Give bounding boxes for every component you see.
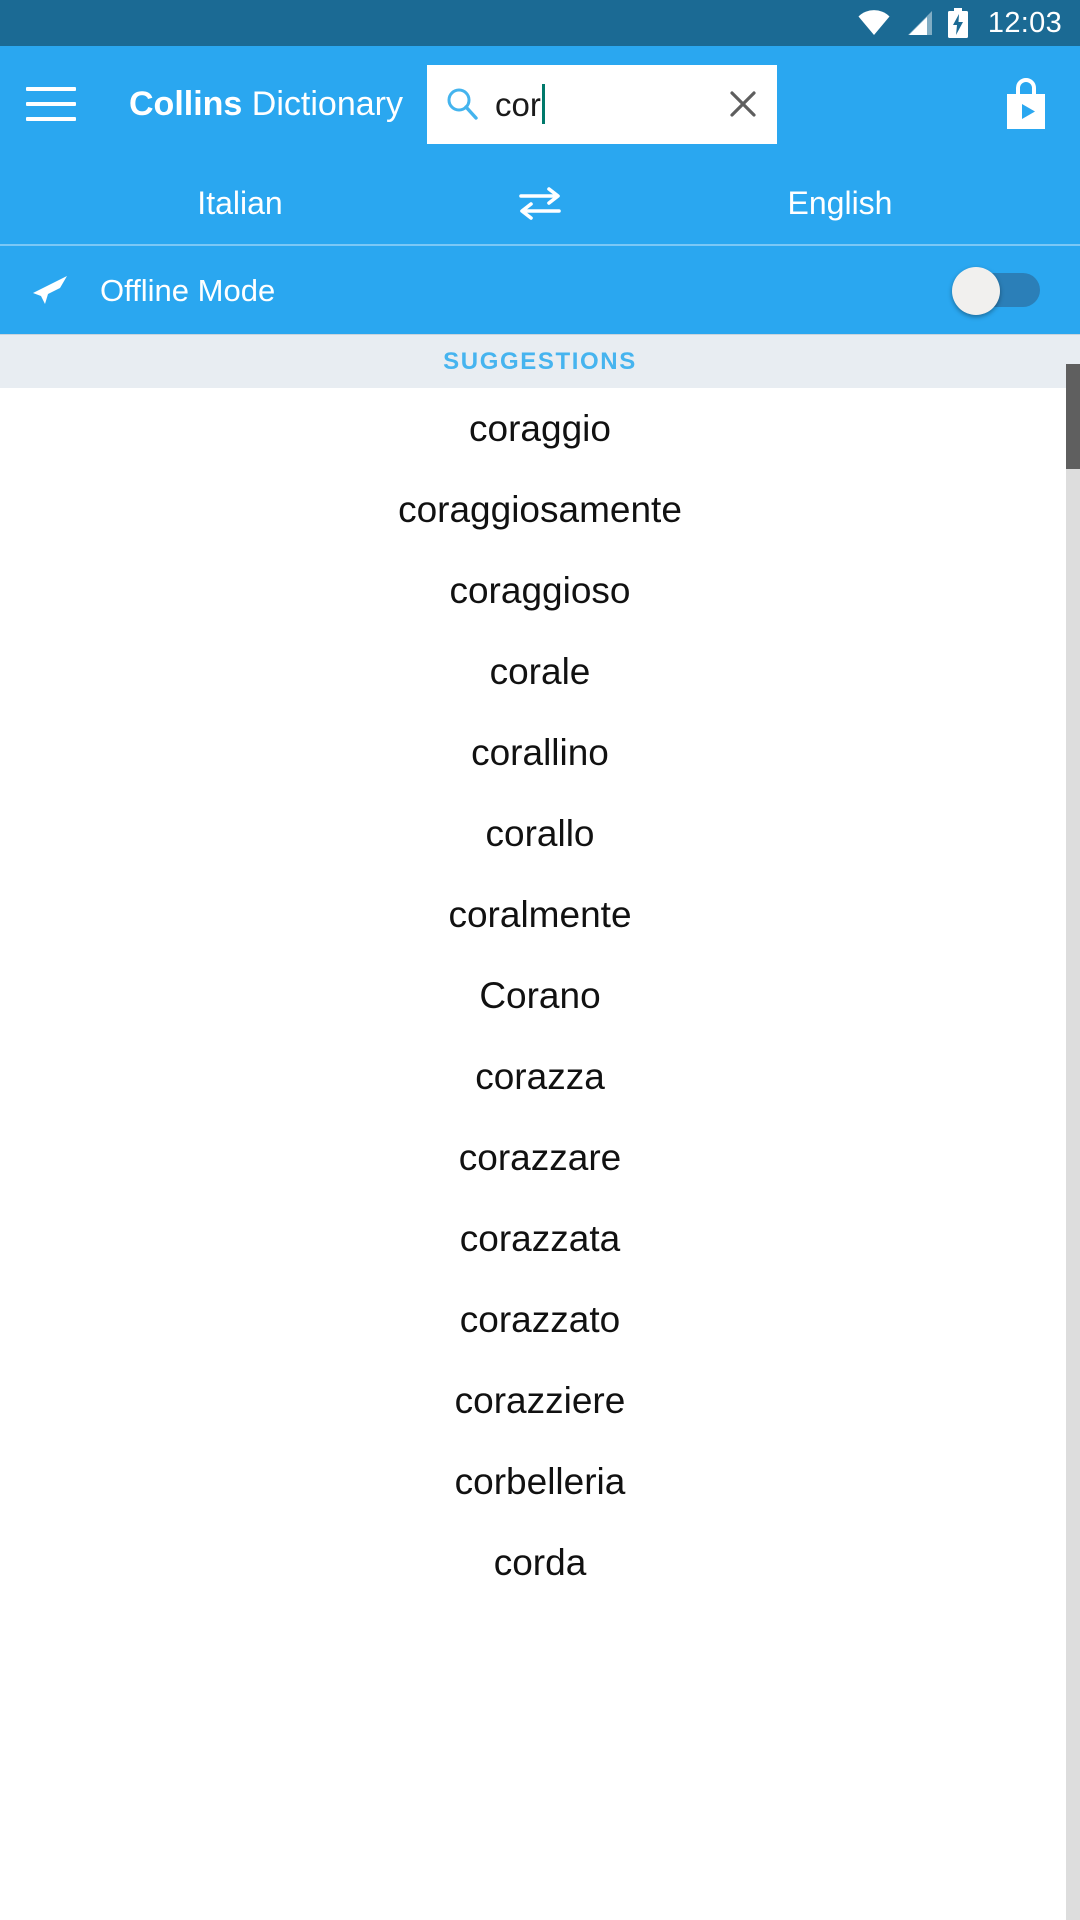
- status-bar-time: 12:03: [987, 6, 1062, 39]
- battery-charging-icon: [947, 8, 968, 38]
- close-icon[interactable]: [727, 88, 759, 120]
- target-language[interactable]: English: [600, 187, 1080, 219]
- suggestion-label: corazzata: [459, 1218, 621, 1259]
- source-language[interactable]: Italian: [0, 187, 480, 219]
- list-item[interactable]: Corano: [0, 955, 1080, 1036]
- offline-mode-row[interactable]: Offline Mode: [0, 246, 1080, 334]
- app-root: 12:03 Collins Dictionary cor Italian Eng…: [0, 0, 1080, 1920]
- swap-horizontal-icon: [519, 187, 561, 220]
- language-selector-row: Italian English: [0, 162, 1080, 246]
- search-value-wrapper: cor: [495, 84, 727, 124]
- list-item[interactable]: corazzata: [0, 1198, 1080, 1279]
- suggestion-label: corallino: [471, 732, 609, 773]
- brand-name-bold: Collins: [129, 85, 243, 123]
- toggle-knob: [952, 267, 1000, 315]
- list-item[interactable]: corallo: [0, 793, 1080, 874]
- status-bar-icons: 12:03: [857, 8, 1062, 38]
- list-item[interactable]: corazzare: [0, 1117, 1080, 1198]
- page-title: Collins Dictionary: [129, 87, 403, 121]
- text-caret: [541, 84, 545, 124]
- list-item[interactable]: corale: [0, 631, 1080, 712]
- airplane-icon: [33, 276, 67, 304]
- offline-mode-label: Offline Mode: [100, 272, 276, 308]
- wifi-icon: [858, 10, 890, 35]
- scrollbar-thumb[interactable]: [1066, 364, 1080, 469]
- app-bar: Collins Dictionary cor Italian English O…: [0, 46, 1080, 334]
- app-bar-top-row: Collins Dictionary cor: [0, 46, 1080, 162]
- suggestion-list: coraggio coraggiosamente coraggioso corale c…: [0, 388, 1080, 1603]
- search-input[interactable]: cor: [495, 88, 541, 121]
- list-item[interactable]: coraggioso: [0, 550, 1080, 631]
- suggestion-label: corda: [493, 1542, 587, 1583]
- suggestion-label: Corano: [479, 975, 601, 1016]
- suggestion-label: corallo: [485, 813, 595, 854]
- list-item[interactable]: corazza: [0, 1036, 1080, 1117]
- suggestions-header: SUGGESTIONS: [0, 334, 1080, 388]
- search-field[interactable]: cor: [426, 64, 777, 144]
- list-item[interactable]: coraggio: [0, 388, 1080, 469]
- list-item[interactable]: coralmente: [0, 874, 1080, 955]
- list-item[interactable]: corazziere: [0, 1360, 1080, 1441]
- list-item[interactable]: corazzato: [0, 1279, 1080, 1360]
- store-button[interactable]: [1000, 74, 1052, 134]
- suggestion-label: corazziere: [454, 1380, 626, 1421]
- list-item[interactable]: corallino: [0, 712, 1080, 793]
- offline-mode-toggle[interactable]: [952, 267, 1044, 315]
- list-item[interactable]: coraggiosamente: [0, 469, 1080, 550]
- hamburger-menu-icon[interactable]: [26, 76, 82, 132]
- list-item[interactable]: corbelleria: [0, 1441, 1080, 1522]
- suggestion-label: corazzare: [458, 1137, 622, 1178]
- suggestion-label: coralmente: [448, 894, 632, 935]
- suggestion-label: coraggio: [469, 408, 611, 449]
- scrollbar-track[interactable]: [1066, 364, 1080, 1920]
- suggestion-label: coraggioso: [449, 570, 631, 611]
- google-play-store-icon: [1007, 78, 1045, 129]
- list-item[interactable]: corda: [0, 1522, 1080, 1603]
- cellular-signal-icon: [907, 11, 932, 35]
- brand-name-light: Dictionary: [251, 85, 403, 123]
- suggestion-label: coraggiosamente: [398, 489, 682, 530]
- suggestion-label: corazza: [475, 1056, 605, 1097]
- suggestions-header-label: SUGGESTIONS: [443, 347, 637, 375]
- swap-languages-button[interactable]: [480, 184, 600, 222]
- status-bar: 12:03: [0, 0, 1080, 46]
- search-icon: [447, 88, 478, 120]
- suggestion-label: corbelleria: [454, 1461, 626, 1502]
- suggestion-label: corale: [489, 651, 591, 692]
- suggestion-label: corazzato: [459, 1299, 621, 1340]
